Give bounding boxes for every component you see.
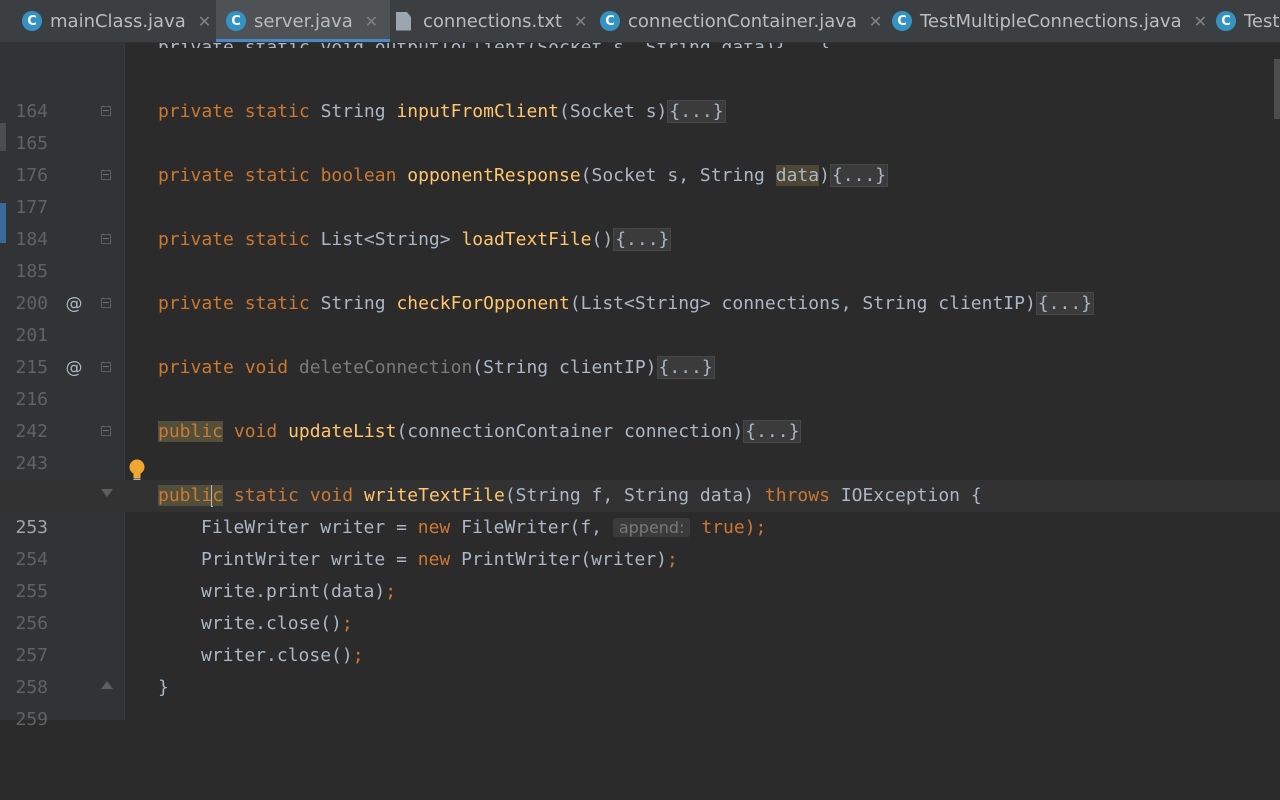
folded-region[interactable]: {...} [656,356,715,379]
code-line[interactable]: 200 [0,256,1280,314]
code-line-current[interactable]: 253 public static void writeTextFile(Str… [0,480,1280,538]
code-text: PrintWriter write = new PrintWriter(writ… [201,549,678,570]
fold-toggle-icon[interactable] [101,362,111,372]
close-icon[interactable]: ✕ [365,12,378,31]
code-line[interactable]: 216 private void deleteConnection(String… [0,352,1280,410]
code-text: private static boolean opponentResponse(… [158,164,889,187]
tab-test[interactable]: C Test [1216,0,1279,42]
code-line[interactable]: 184 [0,192,1280,250]
tab-testmultipleconnections[interactable]: C TestMultipleConnections.java ✕ [892,0,1207,42]
code-text: } [158,677,169,698]
code-line[interactable]: 252 [0,448,1280,506]
fold-toggle-icon[interactable] [101,426,111,436]
java-class-icon: C [892,11,912,31]
fold-end-icon[interactable] [101,681,113,689]
tab-label: connectionContainer.java [628,10,857,32]
close-icon[interactable]: ✕ [869,12,882,31]
code-line[interactable]: 185 @ private static List<String> loadTe… [0,224,1280,314]
code-line[interactable]: 259 } [0,672,1280,730]
close-icon[interactable]: ✕ [574,12,587,31]
code-line[interactable]: 257 write.close(); [0,608,1280,666]
code-text: write.close(); [201,613,353,634]
tab-label: TestMultipleConnections.java [920,10,1182,32]
folded-region[interactable]: {...} [743,420,802,443]
java-class-icon: C [600,11,620,31]
folded-region[interactable]: {...} [1035,292,1095,315]
code-line[interactable]: 243 public void updateList(connectionCon… [0,416,1280,474]
code-line[interactable]: 255 PrintWriter write = new PrintWriter(… [0,544,1280,602]
fold-toggle-icon[interactable] [101,170,111,180]
folded-region[interactable]: {...} [667,100,726,123]
java-class-icon: C [226,11,246,31]
code-text: public void updateList(connectionContain… [158,420,802,443]
code-text: writer.close(); [201,645,364,666]
code-line[interactable]: 256 write.print(data); [0,576,1280,634]
code-line[interactable]: 201 @ private static String checkForOppo… [0,288,1280,378]
code-text: private static List<String> loadTextFile… [158,228,672,251]
fold-toggle-icon[interactable] [101,106,111,116]
code-text: private static String checkForOpponent(L… [158,292,1095,315]
code-line[interactable]: 254 FileWriter writer = new FileWriter(f… [0,512,1280,570]
text-file-icon [396,11,411,31]
close-icon[interactable]: ✕ [198,12,211,31]
tab-label: mainClass.java [50,10,186,32]
java-class-icon: C [22,11,42,31]
tab-label: server.java [254,10,353,32]
code-text: write.print(data); [201,581,397,602]
tab-connectioncontainer[interactable]: C connectionContainer.java ✕ [600,0,882,42]
tab-server[interactable]: C server.java ✕ [216,0,391,42]
tab-mainclass[interactable]: C mainClass.java ✕ [22,0,211,42]
java-class-icon: C [1216,11,1236,31]
tab-label: Test [1244,10,1280,32]
code-line[interactable]: 177 private static boolean opponentRespo… [0,160,1280,218]
close-icon[interactable]: ✕ [1194,12,1207,31]
folded-region[interactable]: {...} [829,164,889,187]
code-line[interactable]: 258 writer.close(); [0,640,1280,698]
tab-connections-txt[interactable]: connections.txt ✕ [396,0,587,42]
fold-toggle-icon[interactable] [101,298,111,308]
code-text: private static String inputFromClient(So… [158,100,726,123]
line-number: 259 [15,709,48,730]
code-line[interactable]: 215 [0,320,1280,378]
fold-end-icon[interactable] [101,489,113,497]
code-line[interactable]: 242 [0,384,1280,442]
editor-tab-bar: C mainClass.java ✕ C server.java ✕ conne… [0,0,1280,43]
code-text: private void deleteConnection(String cli… [158,356,715,379]
code-line[interactable]: 176 [0,128,1280,186]
tab-label: connections.txt [423,10,563,32]
code-text: public static void writeTextFile(String … [158,485,982,507]
code-line[interactable]: 164 [0,64,1280,122]
folded-region[interactable]: {...} [613,228,672,251]
code-text: FileWriter writer = new FileWriter(f, ap… [201,517,767,538]
fold-toggle-icon[interactable] [101,234,111,244]
code-line[interactable]: 165 private static String inputFromClien… [0,96,1280,154]
parameter-hint: append: [612,518,691,537]
